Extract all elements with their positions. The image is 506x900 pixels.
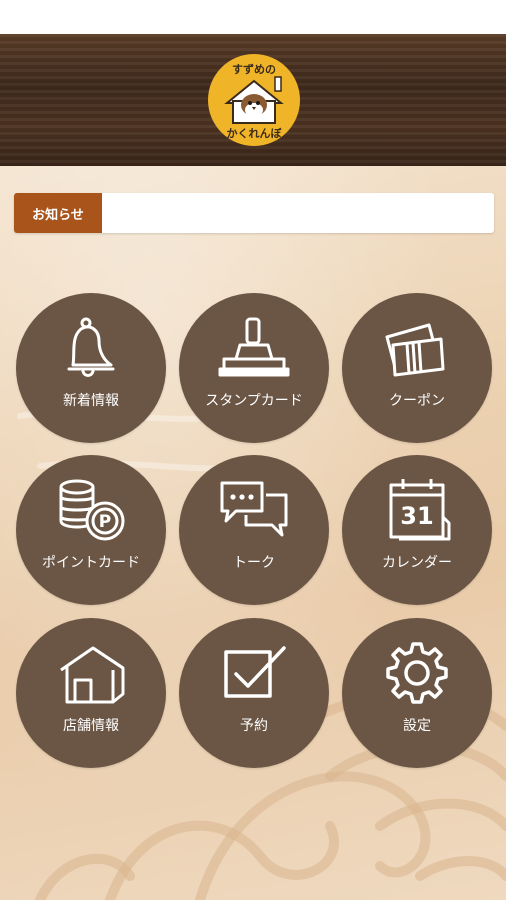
app-header: すずめの かくれんぼ <box>0 34 506 167</box>
menu-label: 予約 <box>240 718 268 734</box>
menu-button-reservation[interactable]: 予約 <box>179 618 329 768</box>
menu-label: トーク <box>233 555 275 571</box>
menu-button-talk[interactable]: トーク <box>179 455 329 605</box>
point-letter: P <box>99 512 111 532</box>
gear-icon <box>386 642 448 704</box>
coupon-icon <box>385 323 445 377</box>
logo-text-bottom: かくれんぼ <box>227 127 283 140</box>
menu-button-calendar[interactable]: 31 カレンダー <box>342 455 492 605</box>
menu-button-stamp-card[interactable]: スタンプカード <box>179 293 329 443</box>
notice-text <box>110 193 486 233</box>
calendar-icon: 31 <box>389 479 451 541</box>
stamp-icon <box>218 317 290 377</box>
menu-button-store-info[interactable]: 店舗情報 <box>16 618 166 768</box>
menu-label: クーポン <box>389 393 445 409</box>
chat-bubbles-icon <box>220 481 288 537</box>
menu-label: 設定 <box>403 718 431 734</box>
menu-label: スタンプカード <box>205 393 303 409</box>
menu-label: 新着情報 <box>63 393 119 409</box>
logo-text-top: すずめの <box>232 62 276 76</box>
menu-label: カレンダー <box>382 555 452 571</box>
bell-icon <box>67 317 115 377</box>
checkbox-icon <box>224 646 286 698</box>
notice-bar[interactable]: お知らせ <box>14 193 494 233</box>
menu-button-point-card[interactable]: P ポイントカード <box>16 455 166 605</box>
calendar-day: 31 <box>400 502 433 530</box>
menu-button-coupon[interactable]: クーポン <box>342 293 492 443</box>
menu-label: 店舗情報 <box>63 718 119 734</box>
house-icon <box>60 646 125 704</box>
menu-button-settings[interactable]: 設定 <box>342 618 492 768</box>
app-logo: すずめの かくれんぼ <box>208 54 300 146</box>
menu-button-news[interactable]: 新着情報 <box>16 293 166 443</box>
point-coins-icon: P <box>59 479 125 541</box>
notice-label: お知らせ <box>14 193 102 233</box>
status-bar <box>0 0 506 34</box>
menu-label: ポイントカード <box>42 555 140 571</box>
